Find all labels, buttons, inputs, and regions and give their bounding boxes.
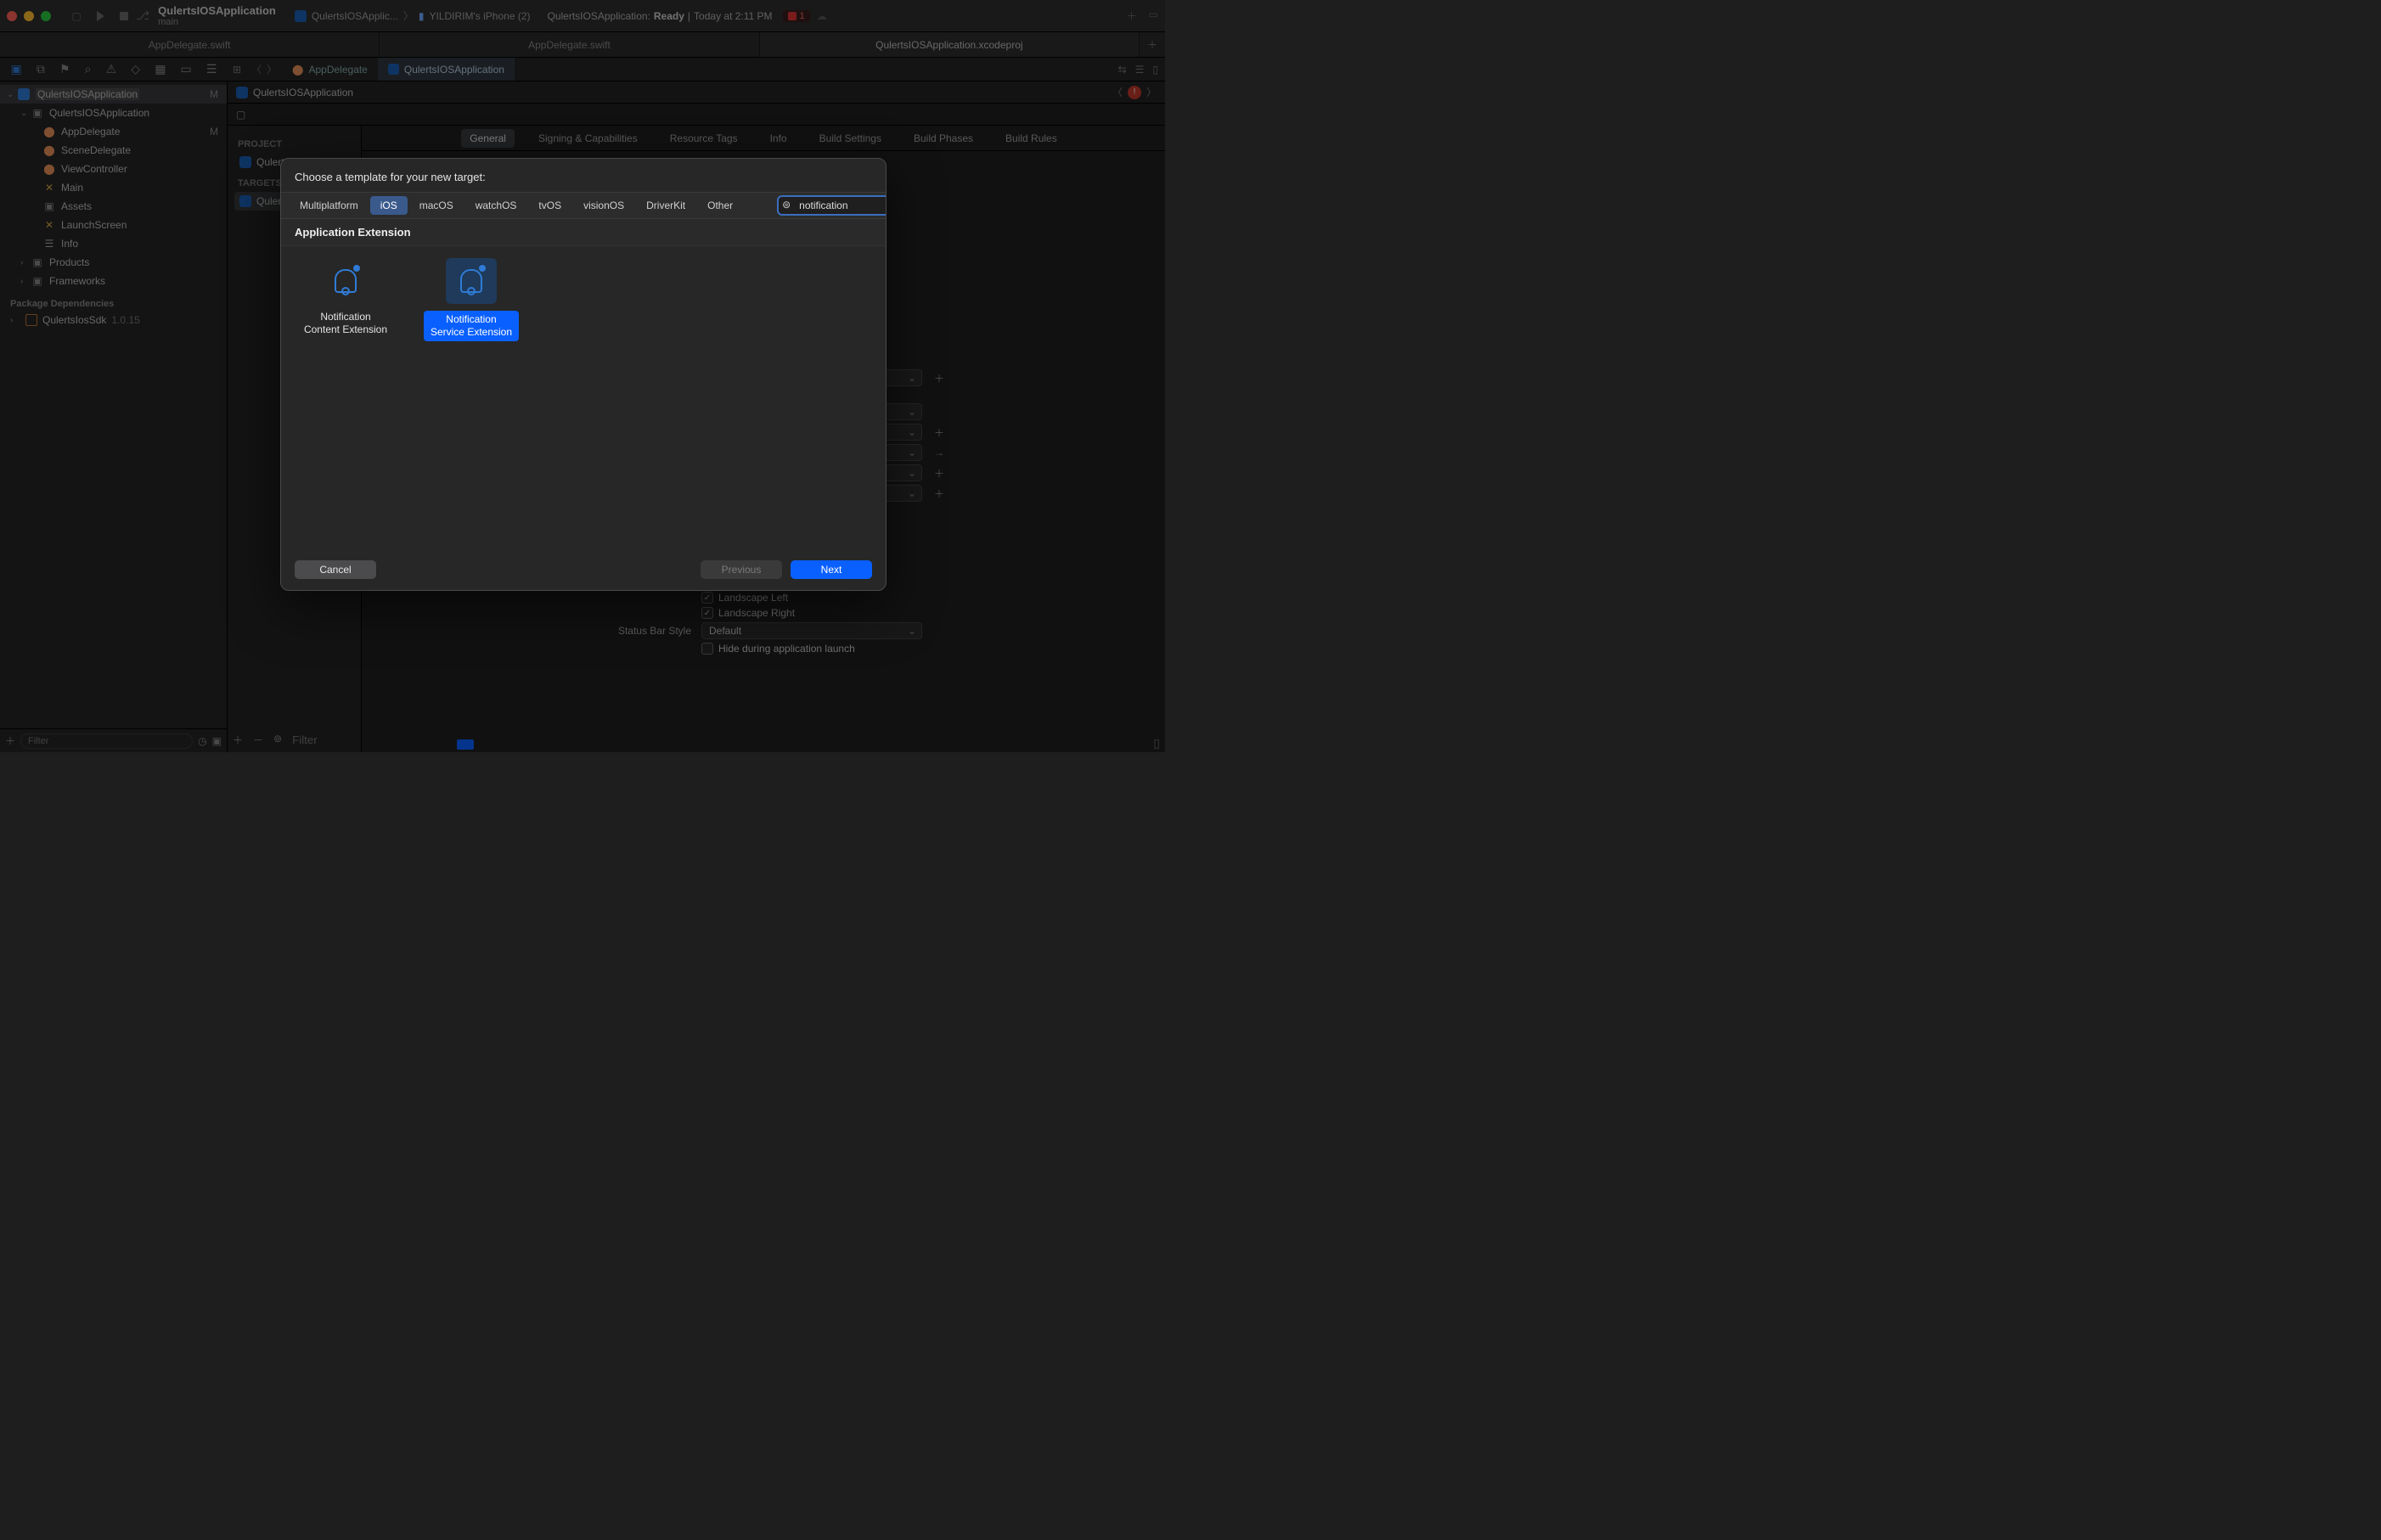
template-label-l2: Service Extension <box>431 326 512 338</box>
platform-driverkit[interactable]: DriverKit <box>636 196 695 215</box>
template-grid: NotificationContent Extension Notificati… <box>281 246 886 549</box>
next-label: Next <box>821 564 842 576</box>
cancel-button[interactable]: Cancel <box>295 560 376 579</box>
template-label-l1: Notification <box>446 313 496 325</box>
search-icon: ⊜ <box>772 195 801 214</box>
previous-button[interactable]: Previous <box>701 560 782 579</box>
template-label-l2: Content Extension <box>304 323 387 335</box>
platform-other[interactable]: Other <box>697 196 743 215</box>
cancel-label: Cancel <box>319 564 351 576</box>
template-notification-content[interactable]: NotificationContent Extension <box>295 258 397 336</box>
platform-tabs: Multiplatform iOS macOS watchOS tvOS vis… <box>281 192 886 219</box>
sheet-buttons: Cancel Previous Next <box>281 549 886 590</box>
template-search-wrap: ⊜ ✕ <box>767 192 887 219</box>
platform-tvos[interactable]: tvOS <box>528 196 571 215</box>
clear-search-button[interactable]: ✕ <box>886 195 887 207</box>
platform-macos[interactable]: macOS <box>409 196 464 215</box>
template-category-header: Application Extension <box>281 219 886 246</box>
next-button[interactable]: Next <box>791 560 872 579</box>
template-notification-service[interactable]: NotificationService Extension <box>420 258 522 341</box>
bell-icon <box>335 269 357 293</box>
platform-ios[interactable]: iOS <box>370 196 408 215</box>
platform-multiplatform[interactable]: Multiplatform <box>290 196 369 215</box>
previous-label: Previous <box>722 564 762 576</box>
sheet-title: Choose a template for your new target: <box>281 159 886 192</box>
platform-watchos[interactable]: watchOS <box>465 196 527 215</box>
new-target-sheet: Choose a template for your new target: M… <box>280 158 887 591</box>
template-label-l1: Notification <box>320 311 370 323</box>
bell-icon <box>460 269 482 293</box>
platform-visionos[interactable]: visionOS <box>573 196 634 215</box>
